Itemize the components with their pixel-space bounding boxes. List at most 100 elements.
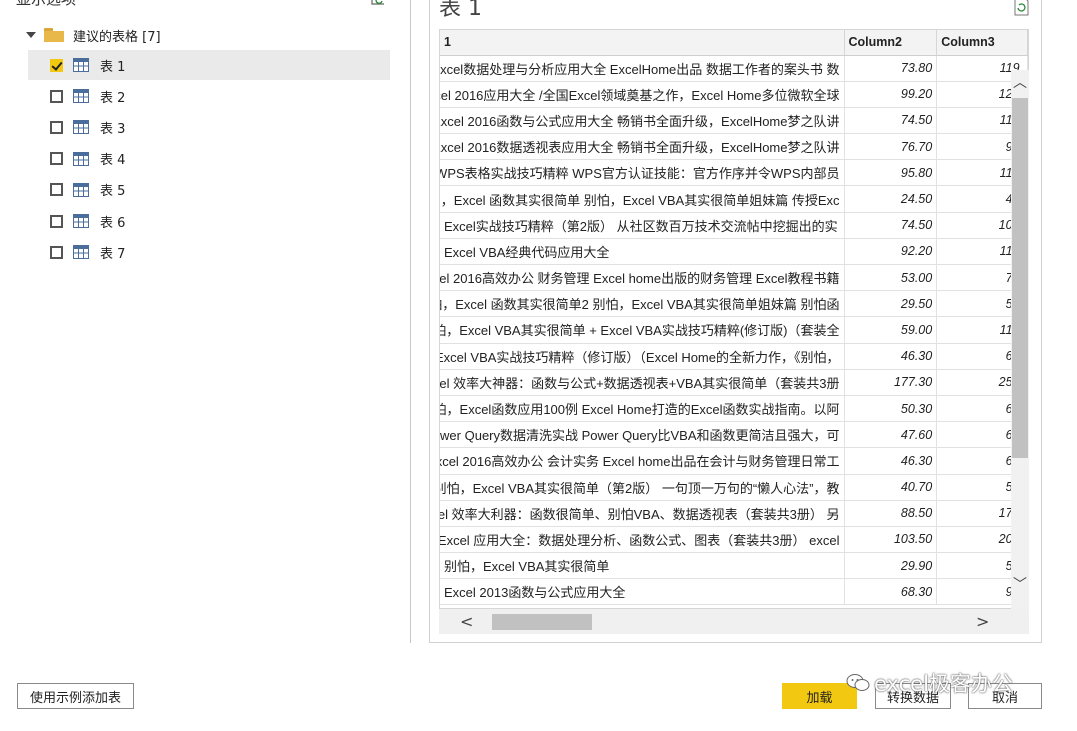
refresh-preview-icon[interactable] [1012,0,1030,16]
cell-column2[interactable]: 46.30 [844,447,938,475]
cell-column1[interactable]: 别怕，Excel VBA其实很简单（第2版） 一句顶一万句的“懒人心法”，教 [440,474,845,501]
cell-column1[interactable]: WPS表格实战技巧精粹 WPS官方认证技能：官方作序并令WPS内部员 [440,159,845,187]
table-item-4[interactable]: 表 4 [28,144,390,174]
cell-column2[interactable]: 177.30 [844,369,938,396]
table-checkbox[interactable] [50,89,63,103]
table-row[interactable]: Excel 效率大利器：函数很简单、别怕VBA、数据透视表（套装共3册） 另 88… [440,500,1028,527]
table-row[interactable]: 别怕，Excel函数应用100例 Excel Home打造的Excel函数实战指… [440,395,1028,423]
cell-column1[interactable]: Excel 2016应用大全 /全国Excel领域奠基之作，Excel Home… [440,81,845,108]
table-row[interactable]: Excel 2016高效办公 财务管理 Excel home出版的财务管理 Ex… [440,264,1028,292]
scroll-down-icon[interactable]: ﹀ [1013,574,1027,594]
cell-column1[interactable]: Excel 应用大全：数据处理分析、函数公式、图表（套装共3册） excel [440,526,845,554]
add-table-using-examples-button[interactable]: 使用示例添加表 [17,683,134,709]
cell-column1[interactable]: Excel VBA实战技巧精粹（修订版）（Excel Home的全新力作，《别怕… [440,343,845,370]
refresh-icon[interactable] [369,0,387,6]
table-row[interactable]: Excel 效率大神器：函数与公式+数据透视表+VBA其实很简单（套装共3册 17… [440,369,1028,396]
cell-column1[interactable]: Excel数据处理与分析应用大全 ExcelHome出品 数据工作者的案头书 数 [440,55,845,82]
cell-column2[interactable]: 29.90 [844,552,938,580]
cell-column2[interactable]: 74.50 [844,107,938,135]
cell-column1[interactable]: 别怕，Excel VBA其实很简单 [440,552,845,580]
cell-column1[interactable]: 别怕，Excel 函数其实很简单 别怕，Excel VBA其实很简单姐妹篇 传授… [440,185,845,213]
cell-column2[interactable]: 92.20 [844,238,938,266]
cell-column1[interactable]: Excel 2016高效办公 财务管理 Excel home出版的财务管理 Ex… [440,264,845,292]
cell-column2[interactable]: 46.30 [844,343,938,370]
cell-column1[interactable]: Excel实战技巧精粹（第2版） 从社区数百万技术交流帖中挖掘出的实 [440,212,845,239]
table-item-label: 表 3 [100,121,126,137]
cell-column1[interactable]: 别怕，Excel函数应用100例 Excel Home打造的Excel函数实战指… [440,395,845,423]
cell-column1[interactable]: 别怕，Excel 函数其实很简单2 别怕，Excel VBA其实很简单姐妹篇 别… [440,290,845,318]
cell-column2[interactable]: 59.00 [844,316,938,344]
cell-column2[interactable]: 103.50 [844,526,938,554]
cell-column2[interactable]: 40.70 [844,474,938,501]
cell-column2[interactable]: 73.80 [844,55,938,82]
collapse-arrow-icon[interactable] [26,32,36,38]
table-row[interactable]: 别怕，Excel 函数其实很简单2 别怕，Excel VBA其实很简单姐妹篇 别… [440,290,1028,318]
cell-column2[interactable]: 95.80 [844,159,938,187]
table-row[interactable]: 别怕，Excel VBA其实很简单29.9059. [440,552,1028,580]
cell-column2[interactable]: 88.50 [844,500,938,527]
table-row[interactable]: Excel实战技巧精粹（第2版） 从社区数百万技术交流帖中挖掘出的实74.501… [440,212,1028,239]
table-item-5[interactable]: 表 5 [28,175,390,205]
cell-text: 别怕，Excel函数应用100例 Excel Home打造的Excel函数实战指… [440,402,840,418]
table-checkbox[interactable] [50,58,63,72]
cell-text: Excel 2016高效办公 财务管理 Excel home出版的财务管理 Ex… [440,271,840,287]
cell-text: Power Query数据清洗实战 Power Query比VBA和函数更简洁且… [440,428,840,444]
cell-column1[interactable]: Excel 2016高效办公 会计实务 Excel home出品在会计与财务管理… [440,447,845,475]
table-checkbox[interactable] [50,214,63,228]
cell-column2[interactable]: 47.60 [844,421,938,449]
table-row[interactable]: 别怕，Excel VBA其实很简单 + Excel VBA实战技巧精粹(修订版)… [440,316,1028,344]
table-item-label: 表 4 [100,153,126,169]
folder-suggested-tables[interactable]: 建议的表格 [7] [24,24,390,46]
cell-column2[interactable]: 68.30 [844,578,938,606]
table-item-2[interactable]: 表 2 [28,81,390,111]
cell-column2[interactable]: 24.50 [844,185,938,213]
cell-column2[interactable]: 50.30 [844,395,938,423]
table-row[interactable]: 别怕，Excel 函数其实很简单 别怕，Excel VBA其实很简单姐妹篇 传授… [440,185,1028,213]
table-row[interactable]: Excel 2016高效办公 会计实务 Excel home出品在会计与财务管理… [440,447,1028,475]
table-row[interactable]: Excel数据处理与分析应用大全 ExcelHome出品 数据工作者的案头书 数… [440,55,1028,82]
column-header-2[interactable]: Column2 [844,30,938,56]
table-item-7[interactable]: 表 7 [28,237,390,267]
horizontal-scroll-thumb[interactable] [492,614,592,630]
table-row[interactable]: Excel 2013函数与公式应用大全68.3099. [440,578,1028,606]
table-item-3[interactable]: 表 3 [28,112,390,142]
table-row[interactable]: 别怕，Excel VBA其实很简单（第2版） 一句顶一万句的“懒人心法”，教 40… [440,474,1028,501]
cell-column1[interactable]: Excel 效率大神器：函数与公式+数据透视表+VBA其实很简单（套装共3册 [440,369,845,396]
cell-column2[interactable]: 99.20 [844,81,938,108]
table-row[interactable]: Excel 应用大全：数据处理分析、函数公式、图表（套装共3册） excel 10… [440,526,1028,554]
pane-divider[interactable] [410,0,411,643]
table-row[interactable]: Excel 2016应用大全 /全国Excel领域奠基之作，Excel Home… [440,81,1028,108]
table-row[interactable]: WPS表格实战技巧精粹 WPS官方认证技能：官方作序并令WPS内部员95.801… [440,159,1028,187]
table-row[interactable]: Power Query数据清洗实战 Power Query比VBA和函数更简洁且… [440,421,1028,449]
scroll-right-icon[interactable]: > [976,612,989,631]
table-checkbox[interactable] [50,152,63,166]
column-header-1[interactable]: 1 [440,30,845,56]
cell-column2[interactable]: 53.00 [844,264,938,292]
cell-column1[interactable]: Excel 效率大利器：函数很简单、别怕VBA、数据透视表（套装共3册） 另 [440,500,845,527]
column-header-3[interactable]: Column3 [936,30,1028,56]
cell-column1[interactable]: Excel 2016函数与公式应用大全 畅销书全面升级，ExcelHome梦之队… [440,107,845,135]
table-row[interactable]: Excel 2016函数与公式应用大全 畅销书全面升级，ExcelHome梦之队… [440,107,1028,135]
table-checkbox[interactable] [50,120,63,134]
cell-column1[interactable]: Excel 2016数据透视表应用大全 畅销书全面升级，ExcelHome梦之队… [440,133,845,161]
table-checkbox[interactable] [50,245,63,259]
vertical-scroll-thumb[interactable] [1012,98,1028,458]
cell-column2[interactable]: 76.70 [844,133,938,161]
cell-column2[interactable]: 29.50 [844,290,938,318]
cell-column1[interactable]: Power Query数据清洗实战 Power Query比VBA和函数更简洁且… [440,421,845,449]
scroll-up-icon[interactable]: ︿ [1013,72,1027,92]
table-row[interactable]: Excel 2016数据透视表应用大全 畅销书全面升级，ExcelHome梦之队… [440,133,1028,161]
cell-column1[interactable]: 别怕，Excel VBA其实很简单 + Excel VBA实战技巧精粹(修订版)… [440,316,845,344]
cell-column2[interactable]: 74.50 [844,212,938,239]
table-row[interactable]: Excel VBA实战技巧精粹（修订版）（Excel Home的全新力作，《别怕… [440,343,1028,370]
data-preview-grid[interactable]: 1 Column2 Column3 Excel数据处理与分析应用大全 Excel… [439,29,1029,609]
table-item-1[interactable]: 表 1 [28,50,390,80]
wechat-icon [846,674,870,691]
table-item-6[interactable]: 表 6 [28,206,390,236]
table-icon [73,89,89,104]
table-checkbox[interactable] [50,183,63,197]
cell-column1[interactable]: Excel VBA经典代码应用大全 [440,238,845,266]
scroll-left-icon[interactable]: < [460,612,473,631]
table-row[interactable]: Excel VBA经典代码应用大全92.20119. [440,238,1028,266]
cell-column1[interactable]: Excel 2013函数与公式应用大全 [440,578,845,606]
